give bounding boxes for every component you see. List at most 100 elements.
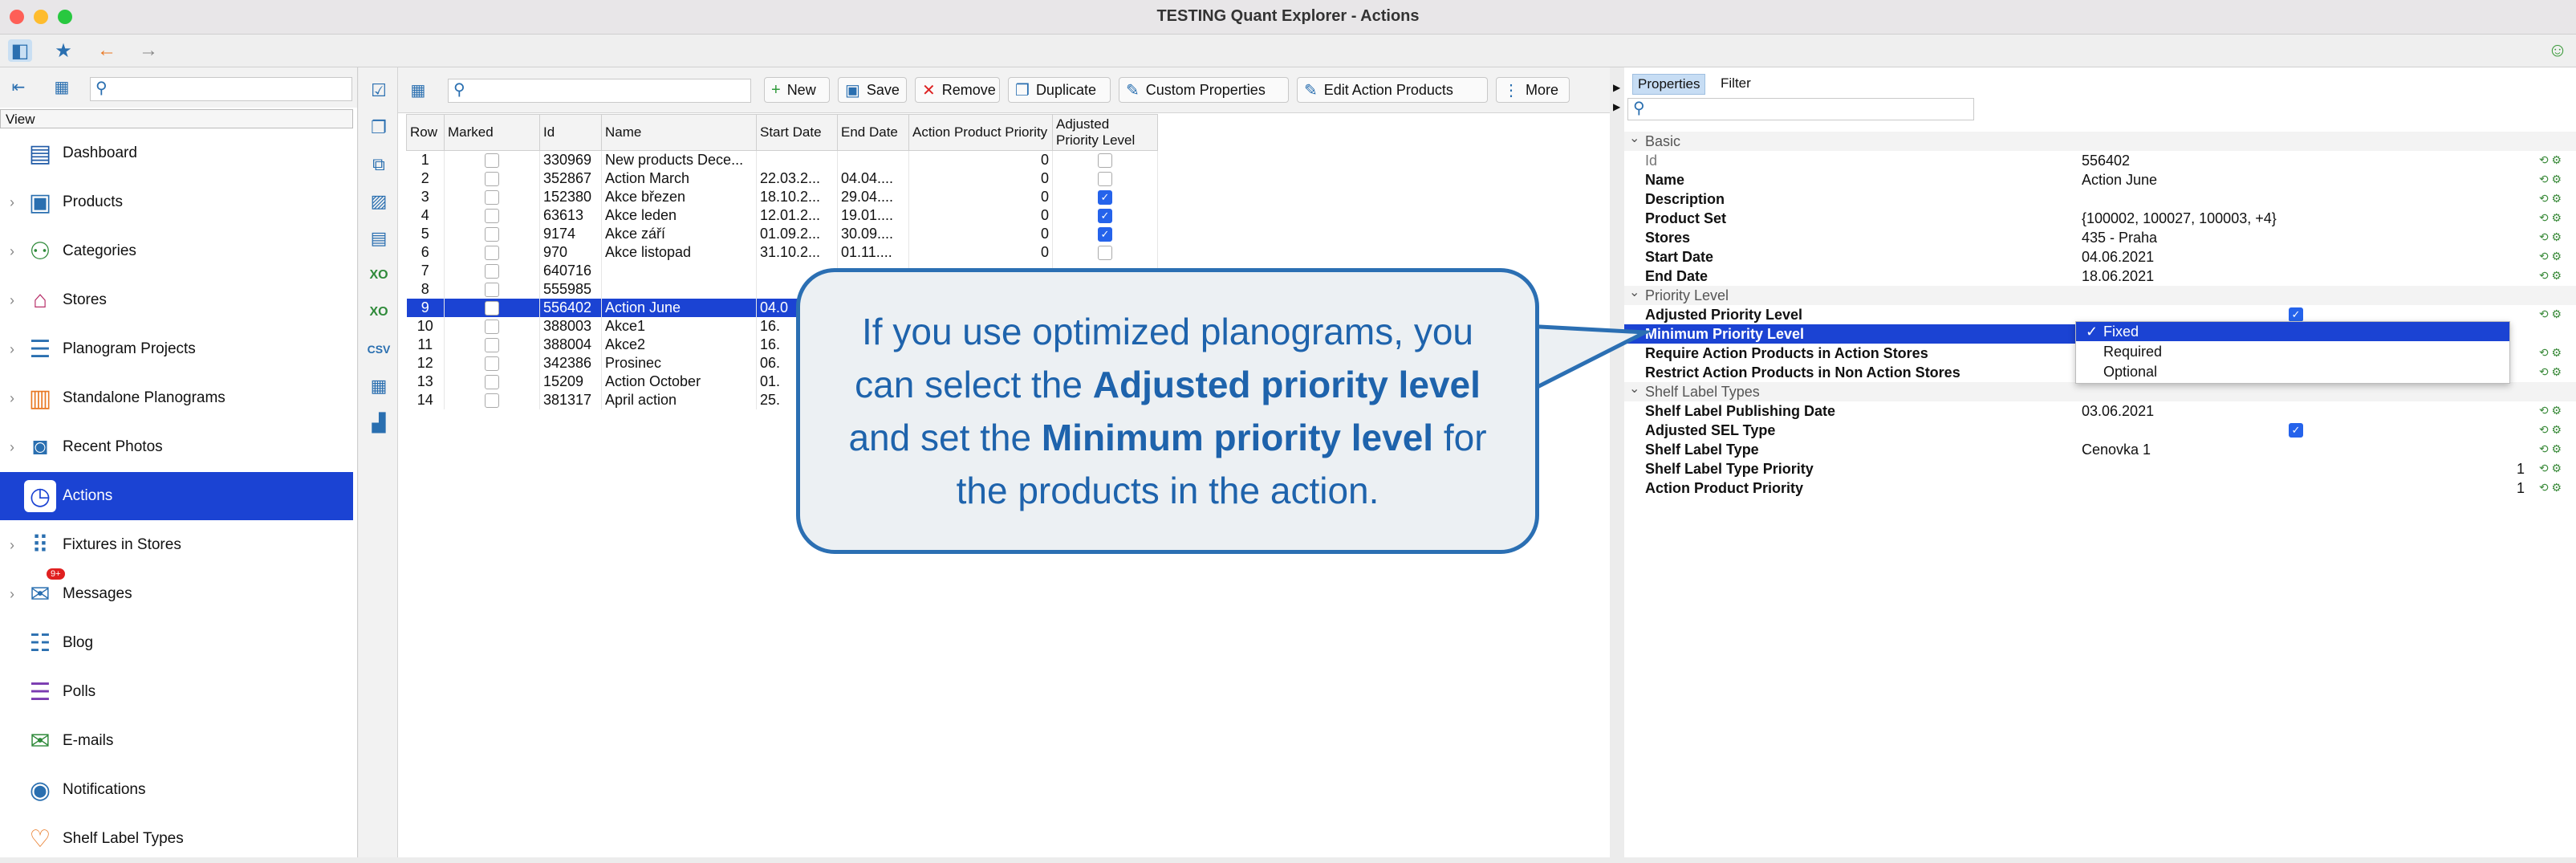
property-row-action-product-priority[interactable]: Action Product Priority 1 ⟲ ⚙	[1624, 478, 2576, 498]
adjusted-priority-level-checkbox[interactable]: ✓	[1052, 188, 1158, 206]
checkbox-icon[interactable]	[485, 264, 499, 279]
table-row[interactable]: 6 970 Akce listopad 31.10.2... 01.11.... 0	[406, 243, 1158, 262]
checked-checkbox-icon[interactable]: ✓	[1098, 190, 1112, 206]
property-row-stores[interactable]: Stores 435 - Praha ⟲ ⚙	[1624, 228, 2576, 247]
property-row-adjusted-sel-type[interactable]: Adjusted SEL Type ✓ ⟲ ⚙	[1624, 421, 2576, 440]
sidebar-item-blog[interactable]: ☷ Blog	[0, 619, 353, 667]
reset-settings-icon[interactable]: ⟲ ⚙	[2539, 307, 2562, 321]
reset-settings-icon[interactable]: ⟲ ⚙	[2539, 365, 2562, 379]
checkbox-icon[interactable]	[485, 320, 499, 335]
marked-checkbox[interactable]	[444, 150, 540, 169]
property-row-description[interactable]: Description ⟲ ⚙	[1624, 189, 2576, 209]
tab-properties[interactable]: Properties	[1632, 74, 1706, 95]
reset-settings-icon[interactable]: ⟲ ⚙	[2539, 462, 2562, 475]
section-basic[interactable]: ⌄ Basic	[1624, 132, 2576, 151]
property-value[interactable]: 18.06.2021	[2082, 268, 2154, 285]
sidebar-item-recent-photos[interactable]: › ◙ Recent Photos	[0, 423, 353, 471]
reset-settings-icon[interactable]: ⟲ ⚙	[2539, 211, 2562, 225]
checkbox-icon[interactable]	[485, 246, 499, 261]
panel-splitter[interactable]: ▶ ▶	[1610, 67, 1624, 857]
reset-settings-icon[interactable]: ⟲ ⚙	[2539, 173, 2562, 186]
marked-checkbox[interactable]	[444, 354, 540, 372]
copy-icon[interactable]: ❐	[367, 116, 391, 140]
table-row[interactable]: 3 152380 Akce březen 18.10.2... 29.04.... 0 ✓	[406, 188, 1158, 206]
grid-settings-icon[interactable]: ▦	[406, 79, 430, 101]
mark-all-icon[interactable]: ☑	[367, 79, 391, 103]
chevron-right-icon[interactable]: ›	[10, 586, 14, 603]
checkbox-icon[interactable]	[1098, 246, 1112, 261]
checkbox-icon[interactable]	[485, 338, 499, 353]
property-row-minimum-priority-level[interactable]: Minimum Priority Level	[1624, 324, 2075, 344]
section-shelf-label-types[interactable]: ⌄ Shelf Label Types	[1624, 382, 2576, 401]
property-row-name[interactable]: Name Action June ⟲ ⚙	[1624, 170, 2576, 189]
reset-settings-icon[interactable]: ⟲ ⚙	[2539, 269, 2562, 283]
forward-arrow-icon[interactable]: →	[136, 39, 160, 62]
marked-checkbox[interactable]	[444, 188, 540, 206]
reset-settings-icon[interactable]: ⟲ ⚙	[2539, 346, 2562, 360]
reset-settings-icon[interactable]: ⟲ ⚙	[2539, 404, 2562, 417]
property-value[interactable]: 03.06.2021	[2082, 403, 2154, 420]
dropdown-option-fixed[interactable]: ✓ Fixed	[2076, 322, 2509, 341]
table-row[interactable]: 5 9174 Akce září 01.09.2... 30.09.... 0 ✓	[406, 225, 1158, 243]
tab-filter[interactable]: Filter	[1716, 74, 1756, 93]
sidebar-item-products[interactable]: › ▣ Products	[0, 178, 353, 226]
reset-settings-icon[interactable]: ⟲ ⚙	[2539, 230, 2562, 244]
checkbox-icon[interactable]	[485, 393, 499, 409]
adjusted-priority-level-checkbox[interactable]	[1052, 150, 1158, 169]
custom-properties-button[interactable]: ✎ Custom Properties	[1119, 77, 1289, 103]
sidebar-item-messages[interactable]: › ✉ 9+ Messages	[0, 568, 353, 618]
export-csv-icon[interactable]: CSV	[367, 337, 391, 361]
sidebar-item-planogram-projects[interactable]: › ☰ Planogram Projects	[0, 325, 353, 373]
checked-checkbox-icon[interactable]: ✓	[1098, 227, 1112, 242]
save-button[interactable]: ▣ Save	[838, 77, 907, 103]
sidebar-item-standalone-planograms[interactable]: › ▥ Standalone Planograms	[0, 374, 353, 422]
duplicate-button[interactable]: ❐ Duplicate	[1008, 77, 1111, 103]
chevron-right-icon[interactable]: ›	[10, 292, 14, 309]
sidebar-item-categories[interactable]: › ⚇ Categories	[0, 227, 353, 275]
checkbox-icon[interactable]	[485, 356, 499, 372]
chevron-down-icon[interactable]: ⌄	[1629, 130, 1639, 146]
copy-list-icon[interactable]: ⧉	[367, 153, 391, 177]
column-header-row[interactable]: Row	[406, 114, 445, 151]
property-value[interactable]: 1	[2517, 480, 2525, 497]
marked-checkbox[interactable]	[444, 299, 540, 317]
column-header-action-product-priority[interactable]: Action Product Priority	[908, 114, 1053, 151]
sidebar-item-polls[interactable]: ☰ Polls	[0, 668, 353, 716]
property-value[interactable]: 435 - Praha	[2082, 230, 2157, 246]
property-value[interactable]: 556402	[2082, 153, 2130, 169]
property-row-id[interactable]: Id 556402 ⟲ ⚙	[1624, 151, 2576, 170]
sidebar-item-fixtures-in-stores[interactable]: › ⠿ Fixtures in Stores	[0, 521, 353, 569]
checked-checkbox-icon[interactable]: ✓	[2289, 307, 2303, 322]
marked-checkbox[interactable]	[444, 391, 540, 409]
marked-checkbox[interactable]	[444, 243, 540, 262]
property-value[interactable]: Action June	[2082, 172, 2157, 189]
checkbox-icon[interactable]	[485, 227, 499, 242]
column-header-adjusted-priority-level[interactable]: Adjusted Priority Level	[1052, 114, 1158, 151]
new-button[interactable]: + New	[764, 77, 830, 103]
sidebar-item-shelf-label-types[interactable]: ♡ Shelf Label Types	[0, 815, 353, 863]
grid-search-input[interactable]: ⚲	[448, 79, 751, 103]
property-row-start-date[interactable]: Start Date 04.06.2021 ⟲ ⚙	[1624, 247, 2576, 267]
chevron-down-icon[interactable]: ⌄	[1629, 284, 1639, 300]
marked-checkbox[interactable]	[444, 206, 540, 225]
import-excel-icon[interactable]: XO	[367, 300, 391, 324]
dropdown-option-required[interactable]: Required	[2076, 342, 2509, 361]
expand-right-arrow-icon[interactable]: ▶	[1613, 101, 1620, 112]
back-arrow-icon[interactable]: ←	[95, 39, 119, 62]
marked-checkbox[interactable]	[444, 280, 540, 299]
property-value[interactable]: Cenovka 1	[2082, 442, 2151, 458]
reset-settings-icon[interactable]: ⟲ ⚙	[2539, 250, 2562, 263]
table-row[interactable]: 2 352867 Action March 22.03.2... 04.04.... 0	[406, 169, 1158, 188]
reset-settings-icon[interactable]: ⟲ ⚙	[2539, 192, 2562, 206]
checked-checkbox-icon[interactable]: ✓	[1098, 209, 1112, 224]
sidebar-item-notifications[interactable]: ◉ Notifications	[0, 766, 353, 814]
sidebar-item-stores[interactable]: › ⌂ Stores	[0, 276, 353, 324]
edit-action-products-button[interactable]: ✎ Edit Action Products	[1297, 77, 1488, 103]
layout-options-icon[interactable]: ▦	[50, 75, 74, 98]
sidebar-item-dashboard[interactable]: ▤ Dashboard	[0, 129, 353, 177]
checkbox-icon[interactable]	[485, 172, 499, 187]
property-row-product-set[interactable]: Product Set {100002, 100027, 100003, +4} ⟲…	[1624, 209, 2576, 228]
more-button[interactable]: ⋮ More	[1496, 77, 1570, 103]
marked-checkbox[interactable]	[444, 262, 540, 280]
property-value[interactable]: 04.06.2021	[2082, 249, 2154, 266]
